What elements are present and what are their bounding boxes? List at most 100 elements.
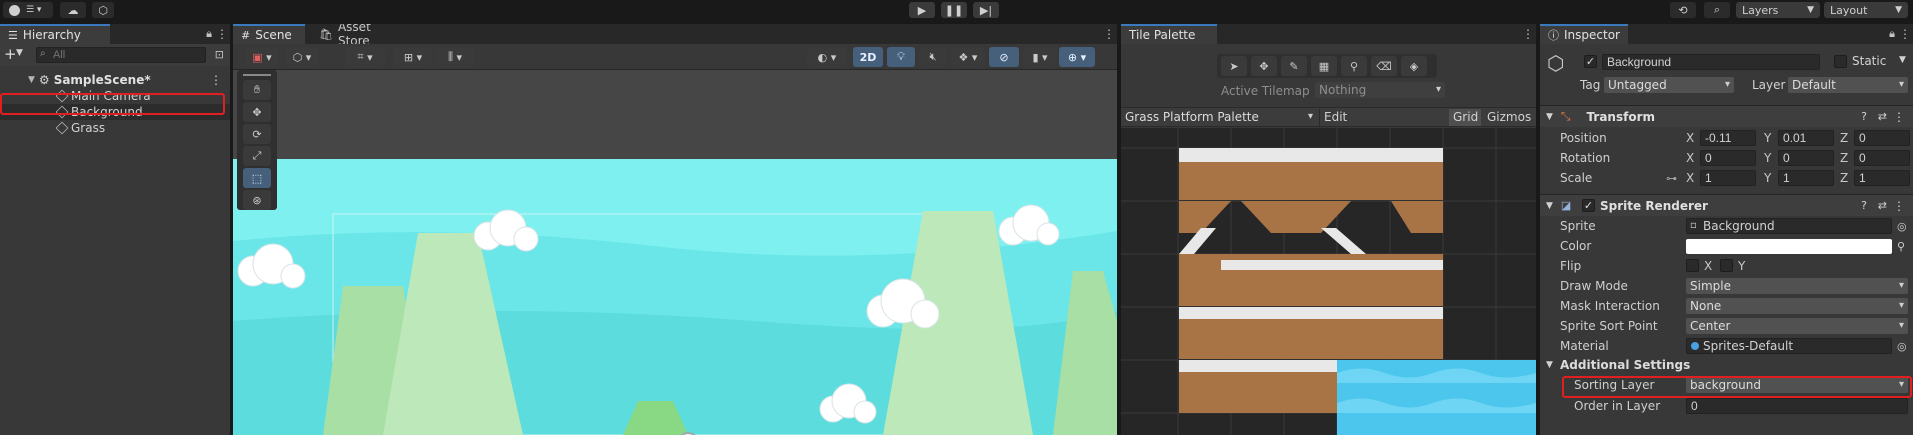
active-tilemap-dropdown[interactable]: Nothing — [1315, 82, 1445, 98]
move-tool-button[interactable]: ✥ — [243, 102, 271, 122]
grid-toggle[interactable]: Grid — [1449, 109, 1481, 126]
cloud-button[interactable]: ☁ — [60, 2, 86, 18]
help-icon[interactable]: ? — [1861, 110, 1867, 123]
scale-y-field[interactable] — [1778, 170, 1834, 186]
hierarchy-search-input[interactable] — [36, 47, 206, 63]
palette-grid[interactable] — [1121, 128, 1536, 435]
rotation-y-field[interactable] — [1778, 150, 1834, 166]
static-checkbox[interactable] — [1834, 55, 1847, 68]
move-tile-button[interactable]: ✥ — [1251, 56, 1277, 76]
box-fill-button[interactable]: ▦ — [1311, 56, 1337, 76]
audio-toggle[interactable]: 🔇︎ — [919, 47, 947, 67]
material-field[interactable]: Sprites-Default — [1686, 338, 1892, 354]
gizmos-toggle[interactable]: Gizmos — [1483, 109, 1533, 126]
scene-canvas[interactable] — [233, 71, 1117, 435]
hand-tool-button[interactable]: ✋︎ — [243, 80, 271, 100]
tab-asset-store[interactable]: 🛍︎ Asset Store — [311, 24, 411, 48]
position-y-field[interactable] — [1778, 130, 1834, 146]
scale-z-field[interactable] — [1854, 170, 1910, 186]
lock-icon[interactable]: 🔒︎ — [1889, 27, 1895, 41]
camera-dropdown[interactable]: ▮ ▾ — [1023, 47, 1057, 67]
layer-dropdown[interactable]: Default — [1788, 77, 1908, 93]
transform-header[interactable]: ▼ ⤡ Transform ? ⇄ ⋮ — [1540, 105, 1913, 127]
tab-scene[interactable]: # Scene — [233, 24, 305, 44]
scene-row[interactable]: ▼ ⚙ SampleScene* ⋮ — [0, 72, 230, 88]
lock-icon[interactable]: 🔒︎ — [206, 27, 212, 41]
lighting-toggle[interactable]: 💡︎ — [887, 47, 915, 67]
rect-tool-button[interactable]: ⬚ — [243, 168, 271, 188]
scale-tool-button[interactable]: ⤢ — [243, 146, 271, 166]
position-z-field[interactable] — [1854, 130, 1910, 146]
history-button[interactable]: ⟲ — [1670, 2, 1696, 18]
tab-hierarchy[interactable]: ☰ Hierarchy — [0, 24, 110, 44]
effects-dropdown[interactable]: ❖ ▾ — [951, 47, 985, 67]
additional-settings-foldout[interactable]: ▼ Additional Settings — [1540, 355, 1913, 375]
filter-icon[interactable]: ⊡ — [215, 48, 224, 61]
fill-button[interactable]: ◈ — [1401, 56, 1427, 76]
more-icon[interactable]: ⋮ — [1899, 27, 1911, 41]
more-icon[interactable]: ⋮ — [1893, 199, 1905, 213]
tag-dropdown[interactable]: Untagged — [1604, 77, 1734, 93]
more-icon[interactable]: ⋮ — [1522, 27, 1534, 41]
pause-button[interactable]: ❚❚ — [941, 2, 967, 18]
presets-icon[interactable]: ⇄ — [1878, 110, 1887, 123]
rotation-x-field[interactable] — [1700, 150, 1756, 166]
more-icon[interactable]: ⋮ — [1893, 110, 1905, 124]
flip-x-checkbox[interactable] — [1686, 259, 1699, 272]
sprite-renderer-header[interactable]: ▼ ◪ ✓ Sprite Renderer ? ⇄ ⋮ — [1540, 194, 1913, 216]
order-in-layer-field[interactable] — [1686, 398, 1908, 414]
color-swatch[interactable] — [1686, 239, 1892, 254]
mode-2d-toggle[interactable]: 2D — [853, 47, 883, 67]
mask-interaction-dropdown[interactable]: None — [1686, 298, 1908, 314]
gizmo-tool-dropdown[interactable]: ▣ ▾ — [245, 47, 279, 67]
rotate-tool-button[interactable]: ⟳ — [243, 124, 271, 144]
tab-tile-palette[interactable]: Tile Palette — [1121, 24, 1217, 44]
chevron-down-icon[interactable]: ▼ — [1899, 55, 1906, 65]
layers-dropdown[interactable]: Layers ▼ — [1736, 2, 1820, 18]
grid-snap-dropdown[interactable]: ⊞ ▾ — [393, 47, 433, 67]
layout-dropdown[interactable]: Layout ▼ — [1824, 2, 1908, 18]
tab-inspector[interactable]: ⓘ Inspector — [1540, 24, 1628, 44]
account-dropdown[interactable]: ☰ ▾ — [3, 2, 53, 18]
snap-dropdown[interactable]: ⌗ ▾ — [345, 47, 385, 67]
gizmos-dropdown[interactable]: ⊕ ▾ — [1059, 47, 1095, 67]
more-icon[interactable]: ⋮ — [210, 73, 222, 87]
rotation-z-field[interactable] — [1854, 150, 1910, 166]
object-picker-icon[interactable]: ◎ — [1897, 340, 1907, 353]
paint-tool-button[interactable]: ✎ — [1281, 56, 1307, 76]
search-button[interactable]: ⌕ — [1704, 2, 1730, 18]
shading-dropdown[interactable]: ◐ ▾ — [807, 47, 847, 67]
drag-handle-icon[interactable] — [243, 74, 271, 76]
visibility-toggle[interactable]: ⊘ — [989, 47, 1019, 67]
play-button[interactable]: ▶ — [909, 2, 935, 18]
object-name-input[interactable] — [1602, 54, 1820, 70]
picker-button[interactable]: ⚲ — [1341, 56, 1367, 76]
add-button[interactable]: + — [4, 45, 17, 63]
pivot-dropdown[interactable]: ⬡ ▾ — [285, 47, 319, 67]
hierarchy-item-grass[interactable]: Grass — [0, 120, 230, 136]
edit-button[interactable]: Edit — [1319, 109, 1353, 126]
active-checkbox[interactable]: ✓ — [1584, 55, 1597, 68]
collab-button[interactable]: ⬡ — [92, 2, 114, 18]
more-icon[interactable]: ⋮ — [1103, 27, 1115, 41]
object-picker-icon[interactable]: ◎ — [1897, 220, 1907, 233]
sort-point-dropdown[interactable]: Center — [1686, 318, 1908, 334]
more-icon[interactable]: ⋮ — [216, 27, 228, 41]
eyedropper-icon[interactable]: ⚲ — [1897, 240, 1905, 253]
select-tool-button[interactable]: ➤ — [1221, 56, 1247, 76]
scale-x-field[interactable] — [1700, 170, 1756, 186]
help-icon[interactable]: ? — [1861, 199, 1867, 212]
step-button[interactable]: ▶| — [973, 2, 999, 18]
flip-y-checkbox[interactable] — [1720, 259, 1733, 272]
increment-snap-dropdown[interactable]: ⫼ ▾ — [435, 47, 475, 67]
palette-dropdown[interactable]: Grass Platform Palette — [1121, 109, 1317, 125]
transform-tool-button[interactable]: ⊛ — [243, 190, 271, 210]
link-icon[interactable]: ⊶ — [1666, 172, 1677, 185]
draw-mode-dropdown[interactable]: Simple — [1686, 278, 1908, 294]
eraser-button[interactable]: ⌫ — [1371, 56, 1397, 76]
presets-icon[interactable]: ⇄ — [1878, 199, 1887, 212]
sprite-renderer-enabled-checkbox[interactable]: ✓ — [1582, 199, 1595, 212]
chevron-down-icon[interactable]: ▼ — [16, 48, 23, 58]
position-x-field[interactable] — [1700, 130, 1756, 146]
sprite-field[interactable]: ▫ Background — [1686, 218, 1892, 234]
